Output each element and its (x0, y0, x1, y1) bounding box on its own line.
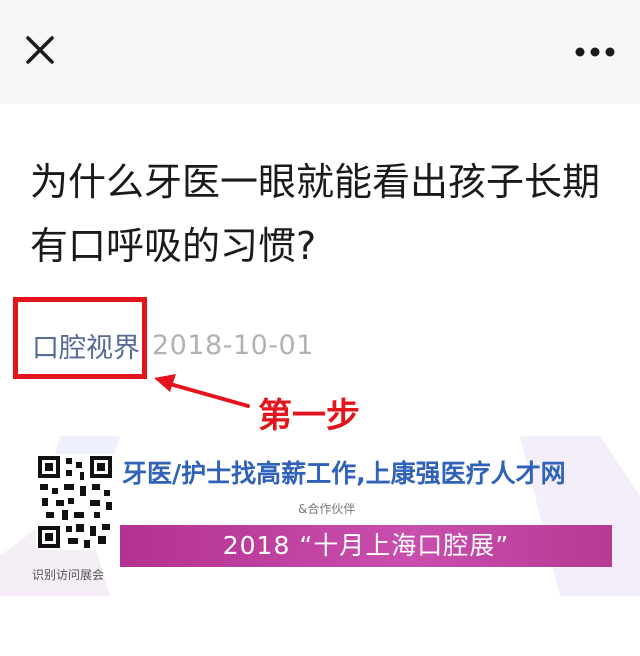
annotation-arrow-icon (154, 374, 250, 408)
banner-headline: 牙医/护士找高薪工作,上康强医疗人才网 (122, 459, 566, 488)
banner-partner-label: &合作伙伴 (298, 502, 356, 516)
more-dots-icon[interactable] (568, 34, 622, 70)
ad-banner[interactable]: 识别访问展会 牙医/护士找高薪工作,上康强医疗人才网 &合作伙伴 2018 “十… (0, 436, 640, 596)
banner-expo-bar[interactable]: 2018 “十月上海口腔展” (120, 525, 612, 567)
annotation-highlight-box (13, 297, 147, 379)
qr-caption: 识别访问展会 (32, 568, 105, 582)
publish-date: 2018-10-01 (152, 329, 314, 361)
annotation-step-label: 第一步 (258, 396, 360, 436)
top-navigation-bar (0, 0, 640, 104)
article-title: 为什么牙医一眼就能看出孩子长期有口呼吸的习惯? (30, 160, 601, 268)
qr-code-icon (36, 454, 114, 550)
close-icon[interactable] (18, 28, 62, 72)
